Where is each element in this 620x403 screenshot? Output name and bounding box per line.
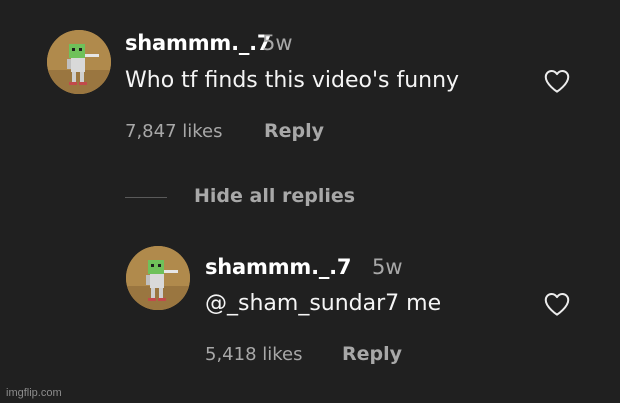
- avatar[interactable]: [47, 30, 111, 94]
- reply-text: @_sham_sundar7 me: [205, 291, 442, 316]
- reply-likes[interactable]: 5,418 likes: [205, 344, 303, 365]
- comment-text: Who tf finds this video's funny: [125, 68, 460, 93]
- avatar-image: [126, 246, 190, 310]
- reply-age: 5w: [372, 255, 403, 279]
- reply-username[interactable]: shammm._.7: [205, 255, 352, 279]
- avatar[interactable]: [126, 246, 190, 310]
- heart-icon[interactable]: [540, 289, 574, 319]
- heart-icon[interactable]: [540, 66, 574, 96]
- comment-age: 5w: [262, 31, 293, 55]
- hide-replies-button[interactable]: Hide all replies: [194, 185, 355, 207]
- watermark: imgflip.com: [6, 387, 62, 399]
- comment-username[interactable]: shammm._.7: [125, 31, 272, 55]
- avatar-image: [47, 30, 111, 94]
- replies-divider: [125, 197, 167, 198]
- comment-likes[interactable]: 7,847 likes: [125, 121, 223, 142]
- reply-button[interactable]: Reply: [264, 120, 324, 142]
- reply-button[interactable]: Reply: [342, 343, 402, 365]
